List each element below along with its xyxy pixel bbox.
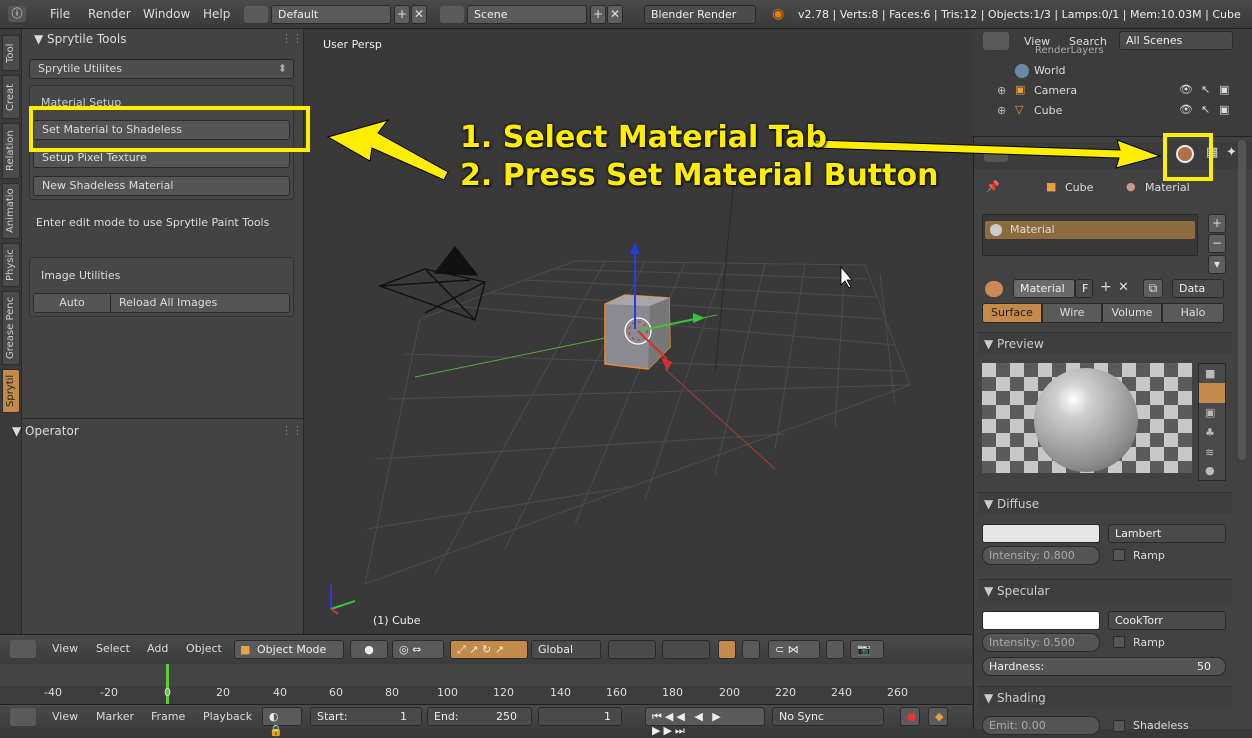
arrow-to-button xyxy=(326,119,449,181)
annotation-arrows xyxy=(326,119,1162,181)
annotation-step-1: 1. Select Material Tab xyxy=(460,120,828,155)
annotation-step-2: 2. Press Set Material Button xyxy=(460,158,939,193)
